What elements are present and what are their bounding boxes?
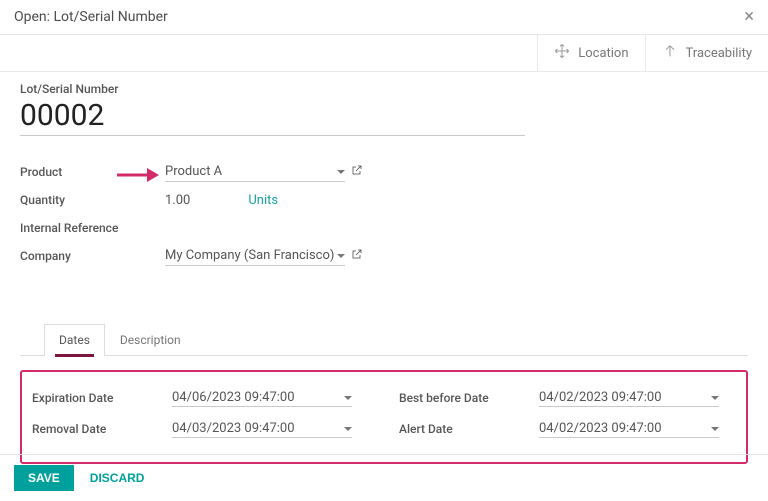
dates-panel: Expiration Date 04/06/2023 09:47:00 Remo… <box>20 370 748 464</box>
product-value: Product A <box>165 164 222 179</box>
chevron-down-icon <box>711 396 719 400</box>
discard-button[interactable]: DISCARD <box>90 471 145 485</box>
internal-ref-row: Internal Reference <box>20 216 748 240</box>
external-link-icon[interactable] <box>351 248 363 264</box>
company-label: Company <box>20 249 165 263</box>
dates-left-col: Expiration Date 04/06/2023 09:47:00 Remo… <box>32 386 369 448</box>
company-row: Company My Company (San Francisco) <box>20 244 748 268</box>
chevron-down-icon <box>337 254 345 258</box>
removal-date-label: Removal Date <box>32 422 172 436</box>
expiration-date-label: Expiration Date <box>32 391 172 405</box>
modal-title: Open: Lot/Serial Number <box>14 9 168 25</box>
traceability-button[interactable]: Traceability <box>645 35 768 71</box>
expiration-date-value: 04/06/2023 09:47:00 <box>172 390 295 405</box>
close-icon[interactable]: × <box>744 8 754 26</box>
tabs: Dates Description <box>20 324 748 356</box>
tab-dates[interactable]: Dates <box>44 324 105 356</box>
traceability-label: Traceability <box>686 46 752 61</box>
product-select[interactable]: Product A <box>165 162 345 182</box>
content-area: Lot/Serial Number 00002 Product Product … <box>0 72 768 464</box>
chevron-down-icon <box>711 427 719 431</box>
company-input-group: My Company (San Francisco) <box>165 246 363 266</box>
footer: SAVE DISCARD <box>0 454 768 501</box>
chevron-down-icon <box>344 427 352 431</box>
alert-date-input[interactable]: 04/02/2023 09:47:00 <box>539 420 719 438</box>
lot-number-value[interactable]: 00002 <box>20 98 525 136</box>
alert-date-label: Alert Date <box>399 422 539 436</box>
chevron-down-icon <box>337 170 345 174</box>
quantity-row: Quantity 1.00 Units <box>20 188 748 212</box>
best-before-value: 04/02/2023 09:47:00 <box>539 390 662 405</box>
removal-date-input[interactable]: 04/03/2023 09:47:00 <box>172 420 352 438</box>
quantity-label: Quantity <box>20 193 165 207</box>
dates-right-col: Best before Date 04/02/2023 09:47:00 Ale… <box>399 386 736 448</box>
product-input-group: Product A <box>165 162 363 182</box>
location-label: Location <box>578 46 628 61</box>
chevron-down-icon <box>344 396 352 400</box>
tab-description-label: Description <box>120 333 181 347</box>
arrow-up-icon <box>662 43 678 63</box>
internal-reference-label: Internal Reference <box>20 221 165 235</box>
move-icon <box>554 43 570 63</box>
best-before-input[interactable]: 04/02/2023 09:47:00 <box>539 389 719 407</box>
removal-date-value: 04/03/2023 09:47:00 <box>172 421 295 436</box>
annotation-arrow-icon <box>117 166 159 188</box>
save-button[interactable]: SAVE <box>14 465 74 491</box>
lot-number-label: Lot/Serial Number <box>20 82 748 96</box>
tab-description[interactable]: Description <box>105 324 196 355</box>
units-link[interactable]: Units <box>248 193 278 208</box>
best-before-label: Best before Date <box>399 391 539 405</box>
company-value: My Company (San Francisco) <box>165 248 334 263</box>
action-bar: Location Traceability <box>0 35 768 72</box>
external-link-icon[interactable] <box>351 164 363 180</box>
company-select[interactable]: My Company (San Francisco) <box>165 246 345 266</box>
modal-header: Open: Lot/Serial Number × <box>0 0 768 35</box>
location-button[interactable]: Location <box>537 35 644 71</box>
tab-dates-label: Dates <box>59 333 90 347</box>
expiration-date-input[interactable]: 04/06/2023 09:47:00 <box>172 389 352 407</box>
alert-date-value: 04/02/2023 09:47:00 <box>539 421 662 436</box>
quantity-value: 1.00 <box>165 193 190 208</box>
